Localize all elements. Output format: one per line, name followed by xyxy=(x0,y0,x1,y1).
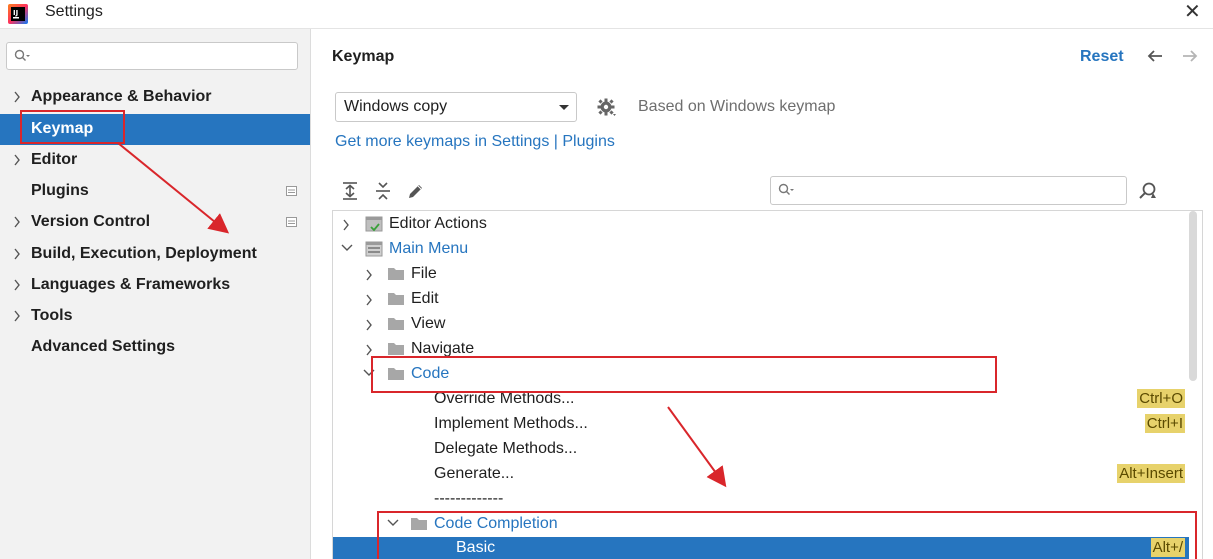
title-bar: IJ Settings ✕ xyxy=(0,0,1213,29)
sidebar-item-plugins[interactable]: Plugins xyxy=(0,176,310,207)
find-by-shortcut-icon[interactable] xyxy=(1138,181,1160,201)
search-icon xyxy=(778,183,794,195)
sidebar-search-input[interactable] xyxy=(35,45,294,69)
chevron-right-icon xyxy=(366,294,372,306)
chevron-down-icon xyxy=(341,244,353,251)
chevron-right-icon xyxy=(14,216,20,228)
close-icon[interactable]: ✕ xyxy=(1184,2,1201,22)
tree-row-edit[interactable]: Edit xyxy=(333,287,1189,312)
shortcut-badge: Ctrl+O xyxy=(1137,389,1185,408)
folder-icon xyxy=(388,343,404,355)
tree-row-label: Delegate Methods... xyxy=(434,440,578,457)
arrow-back-icon[interactable] xyxy=(1145,46,1165,66)
sidebar-item-label: Version Control xyxy=(31,213,151,230)
folder-icon xyxy=(388,293,404,305)
folder-icon xyxy=(388,318,404,330)
sidebar-item-tools[interactable]: Tools xyxy=(0,301,310,332)
chevron-right-icon xyxy=(14,279,20,291)
shortcut-badge: Alt+Insert xyxy=(1117,464,1185,483)
tree-row-label: File xyxy=(411,265,437,282)
sidebar-item-label: Languages & Frameworks xyxy=(31,276,231,293)
keymap-dropdown[interactable]: Windows copy xyxy=(335,92,577,122)
sidebar-item-label: Plugins xyxy=(31,182,89,199)
tree-row-main-menu[interactable]: Main Menu xyxy=(333,237,1189,262)
expand-all-icon[interactable] xyxy=(340,181,360,201)
tree-row-label: Edit xyxy=(411,290,439,307)
folder-icon xyxy=(388,268,404,280)
sidebar-item-advanced[interactable]: Advanced Settings xyxy=(0,332,310,363)
main-menu-icon xyxy=(365,241,383,257)
svg-text:IJ: IJ xyxy=(13,9,18,17)
more-keymaps-link[interactable]: Get more keymaps in Settings | Plugins xyxy=(335,133,615,151)
sidebar-item-version-control[interactable]: Version Control xyxy=(0,207,310,238)
keymap-filter[interactable] xyxy=(770,176,1127,205)
edit-pencil-icon[interactable] xyxy=(406,181,426,201)
gear-icon[interactable] xyxy=(596,97,618,119)
intellij-app-icon: IJ xyxy=(8,4,28,24)
chevron-right-icon xyxy=(14,248,20,260)
tree-row-label: Implement Methods... xyxy=(434,415,588,432)
sidebar-item-label: Editor xyxy=(31,151,78,168)
project-level-icon xyxy=(286,217,297,227)
sidebar-search[interactable] xyxy=(6,42,298,70)
tree-row-generate[interactable]: Generate... Alt+Insert xyxy=(333,462,1189,487)
chevron-right-icon xyxy=(14,310,20,322)
search-icon xyxy=(14,49,30,61)
sidebar-item-label: Appearance & Behavior xyxy=(31,88,212,105)
sidebar-item-label: Advanced Settings xyxy=(31,338,176,355)
tree-row-view[interactable]: View xyxy=(333,312,1189,337)
sidebar-item-appearance[interactable]: Appearance & Behavior xyxy=(0,82,310,113)
chevron-right-icon xyxy=(14,91,20,103)
tree-scrollbar[interactable] xyxy=(1189,211,1197,381)
collapse-all-icon[interactable] xyxy=(373,181,393,201)
chevron-right-icon xyxy=(14,154,20,166)
sidebar-item-editor[interactable]: Editor xyxy=(0,145,310,176)
tree-row-label: View xyxy=(411,315,446,332)
chevron-right-icon xyxy=(343,219,349,231)
page-title: Keymap xyxy=(332,48,395,65)
shortcut-badge: Ctrl+I xyxy=(1144,414,1185,433)
sidebar-item-languages[interactable]: Languages & Frameworks xyxy=(0,270,310,301)
chevron-down-icon xyxy=(559,105,569,110)
arrow-forward-icon[interactable] xyxy=(1180,46,1200,66)
chevron-right-icon xyxy=(366,344,372,356)
sidebar-item-label: Tools xyxy=(31,307,73,324)
project-level-icon xyxy=(286,186,297,196)
tree-row-delegate-methods[interactable]: Delegate Methods... xyxy=(333,437,1189,462)
tree-row-label: Main Menu xyxy=(389,240,469,257)
tree-row-file[interactable]: File xyxy=(333,262,1189,287)
annotation-box-code xyxy=(371,356,997,393)
sidebar-item-build[interactable]: Build, Execution, Deployment xyxy=(0,239,310,270)
keymap-selected-value: Windows copy xyxy=(344,98,448,115)
chevron-right-icon xyxy=(366,319,372,331)
tree-row-label: Editor Actions xyxy=(389,215,487,232)
reset-link[interactable]: Reset xyxy=(1080,48,1124,66)
based-on-text: Based on Windows keymap xyxy=(638,98,836,115)
editor-actions-icon xyxy=(365,216,383,232)
annotation-box-keymap xyxy=(20,110,125,144)
tree-row-separator: ------------- xyxy=(333,487,1189,512)
chevron-right-icon xyxy=(366,269,372,281)
keymap-filter-input[interactable] xyxy=(799,180,1123,204)
tree-row-implement-methods[interactable]: Implement Methods... Ctrl+I xyxy=(333,412,1189,437)
tree-row-label: Generate... xyxy=(434,465,515,482)
sidebar-item-label: Build, Execution, Deployment xyxy=(31,245,257,262)
tree-row-editor-actions[interactable]: Editor Actions xyxy=(333,212,1189,237)
window-title: Settings xyxy=(45,3,103,20)
annotation-box-code-completion xyxy=(377,511,1197,559)
separator-text: ------------- xyxy=(434,490,504,507)
